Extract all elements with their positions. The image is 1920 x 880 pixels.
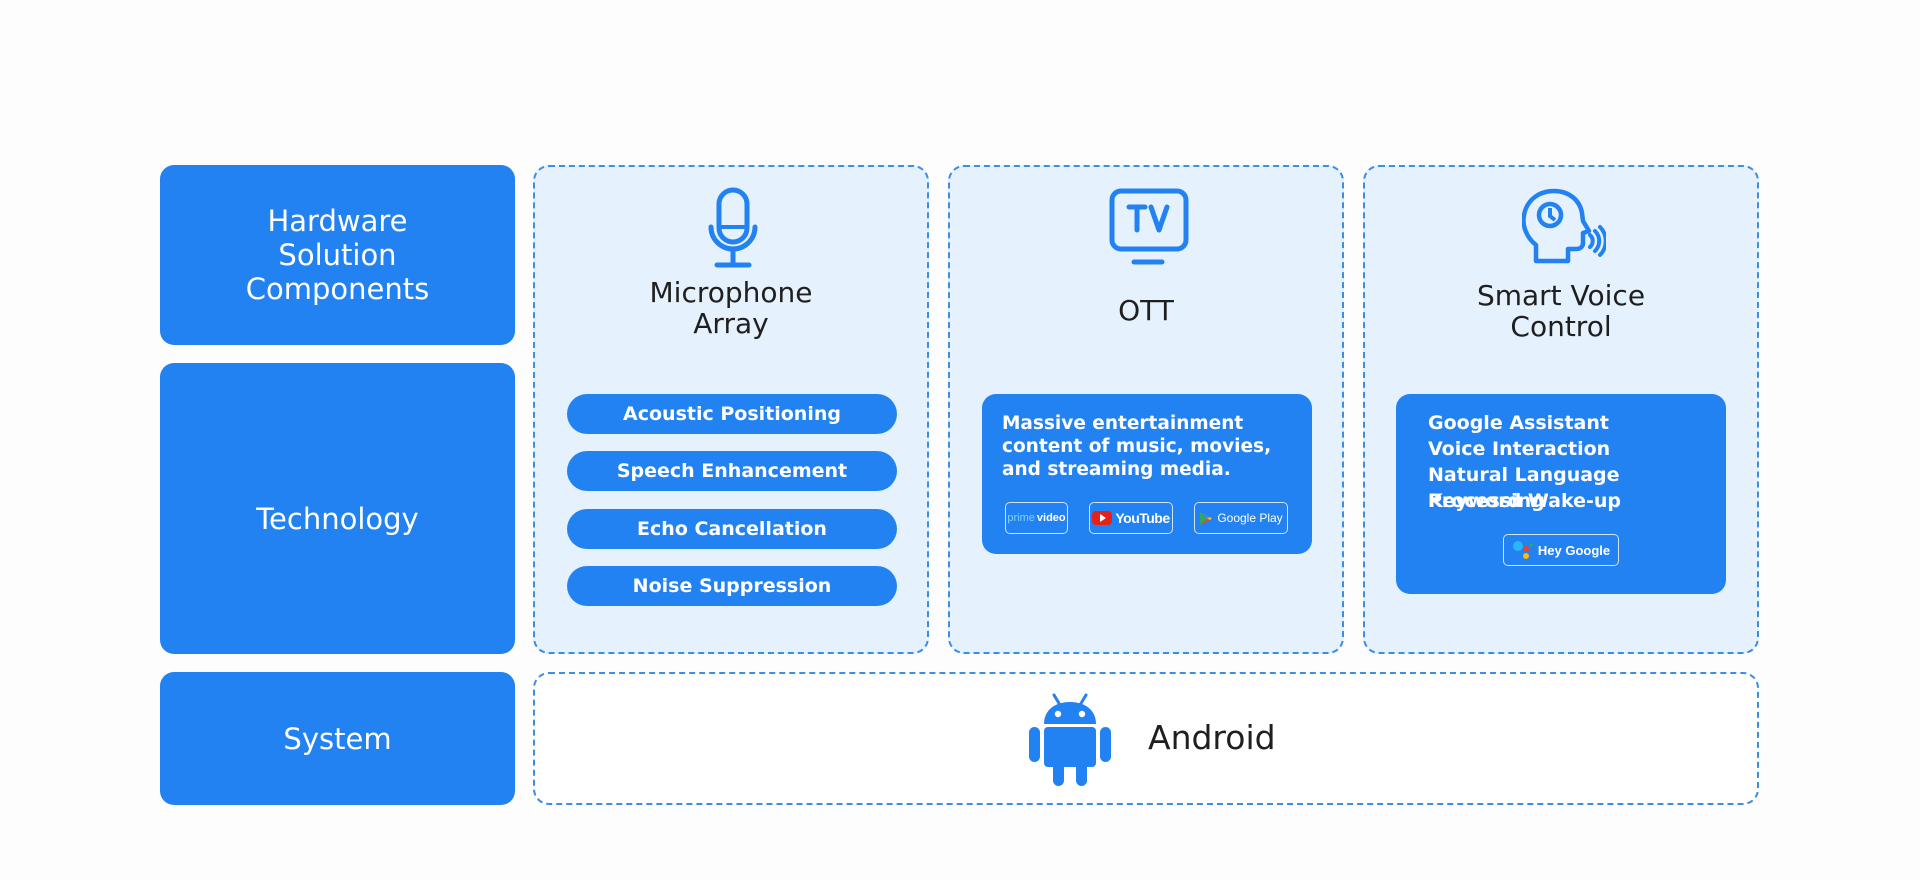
google-play-icon bbox=[1200, 511, 1213, 525]
row-label-technology: Technology bbox=[160, 363, 515, 654]
title-line: Smart Voice bbox=[1476, 279, 1646, 312]
microphone-array-title: Microphone Array bbox=[535, 277, 927, 339]
tv-icon bbox=[1109, 188, 1189, 265]
title-line: Control bbox=[1510, 310, 1612, 343]
title-line: Array bbox=[693, 307, 769, 340]
microphone-icon bbox=[708, 187, 758, 268]
speaking-head-icon bbox=[1522, 188, 1606, 264]
feature-pill-speech-enhancement: Speech Enhancement bbox=[567, 451, 897, 491]
android-label: Android bbox=[1148, 718, 1276, 757]
feature-keyword-wake-up: Keyword Wake-up bbox=[1428, 490, 1621, 512]
feature-pill-acoustic-positioning: Acoustic Positioning bbox=[567, 394, 897, 434]
google-assistant-icon bbox=[1512, 541, 1533, 559]
android-system-card: Android bbox=[533, 672, 1759, 805]
prime-text: prime bbox=[1007, 512, 1035, 524]
google-play-logo: Google Play bbox=[1194, 502, 1288, 534]
youtube-play-icon bbox=[1092, 511, 1113, 525]
feature-google-assistant: Google Assistant bbox=[1428, 412, 1609, 434]
android-icon bbox=[1029, 693, 1111, 786]
hey-google-badge: Hey Google bbox=[1503, 534, 1619, 566]
row-label-technology-text: Technology bbox=[256, 501, 419, 536]
title-line: Microphone bbox=[649, 276, 813, 309]
row-label-hardware: Hardware Solution Components bbox=[160, 165, 515, 345]
ott-description: Massive entertainment content of music, … bbox=[1002, 413, 1272, 480]
row-label-hardware-line: Solution bbox=[278, 238, 397, 272]
smart-voice-control-title: Smart Voice Control bbox=[1365, 280, 1757, 342]
feature-pill-noise-suppression: Noise Suppression bbox=[567, 566, 897, 606]
prime-video-logo: prime video bbox=[1005, 502, 1068, 534]
youtube-logo: YouTube bbox=[1089, 502, 1173, 534]
row-label-hardware-line: Components bbox=[245, 272, 430, 306]
feature-pill-echo-cancellation: Echo Cancellation bbox=[567, 509, 897, 549]
ott-title: OTT bbox=[1118, 294, 1174, 327]
row-label-system: System bbox=[160, 672, 515, 805]
ott-description-box: Massive entertainment content of music, … bbox=[982, 394, 1312, 554]
row-label-system-text: System bbox=[283, 721, 392, 756]
feature-voice-interaction: Voice Interaction bbox=[1428, 438, 1611, 460]
google-play-text: Google Play bbox=[1217, 511, 1283, 525]
smart-voice-feature-box: Google Assistant Voice Interaction Natur… bbox=[1396, 394, 1726, 594]
hey-google-text: Hey Google bbox=[1537, 542, 1611, 558]
row-label-hardware-line: Hardware bbox=[267, 204, 408, 238]
youtube-text: YouTube bbox=[1115, 510, 1170, 526]
video-text: video bbox=[1036, 512, 1066, 524]
